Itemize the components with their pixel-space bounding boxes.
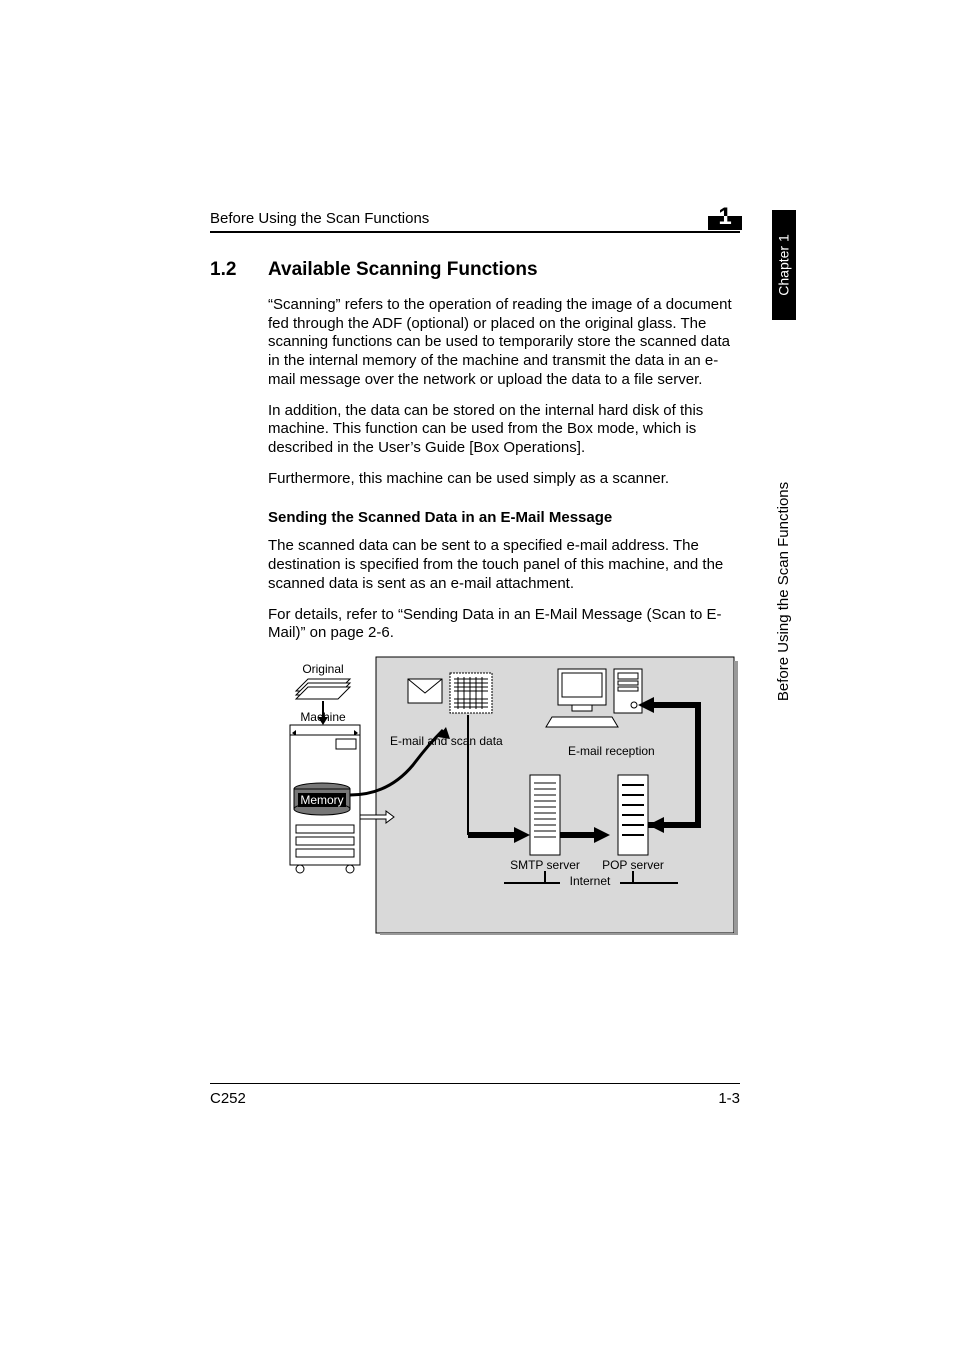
pop-server-icon bbox=[618, 775, 648, 855]
svg-text:SMTP server: SMTP server bbox=[510, 858, 580, 872]
side-chapter-tab-label: Chapter 1 bbox=[776, 234, 792, 295]
paragraph: Furthermore, this machine can be used si… bbox=[268, 470, 740, 489]
paragraph: The scanned data can be sent to a specif… bbox=[268, 537, 740, 593]
side-section-label: Before Using the Scan Functions bbox=[774, 340, 794, 600]
svg-text:Original: Original bbox=[302, 662, 343, 676]
section-heading: 1.2 Available Scanning Functions bbox=[210, 258, 740, 282]
envelope-icon bbox=[408, 679, 442, 703]
memory-icon: Memory bbox=[294, 783, 350, 815]
content-area: 1.2 Available Scanning Functions “Scanni… bbox=[210, 210, 740, 941]
svg-text:Internet: Internet bbox=[570, 874, 611, 888]
paragraph: In addition, the data can be stored on t… bbox=[268, 402, 740, 458]
footer-model: C252 bbox=[210, 1090, 246, 1107]
svg-text:E-mail and scan data: E-mail and scan data bbox=[390, 734, 503, 748]
page-footer: C252 1-3 bbox=[210, 1083, 740, 1107]
svg-text:Memory: Memory bbox=[300, 793, 343, 807]
paragraph: “Scanning” refers to the operation of re… bbox=[268, 296, 740, 390]
scan-data-icon bbox=[450, 673, 492, 713]
scan-to-email-diagram: Original Machine bbox=[268, 655, 738, 935]
svg-text:E-mail reception: E-mail reception bbox=[568, 744, 655, 758]
svg-text:POP server: POP server bbox=[602, 858, 664, 872]
smtp-server-icon bbox=[530, 775, 560, 855]
paragraph: For details, refer to “Sending Data in a… bbox=[268, 606, 740, 644]
section-title: Available Scanning Functions bbox=[268, 258, 538, 282]
subsection-heading: Sending the Scanned Data in an E-Mail Me… bbox=[268, 509, 740, 528]
diagram: Original Machine bbox=[268, 655, 740, 941]
page: Chapter 1 Before Using the Scan Function… bbox=[0, 0, 954, 1350]
section-number: 1.2 bbox=[210, 258, 268, 282]
original-document-icon bbox=[296, 679, 350, 699]
side-chapter-tab: Chapter 1 bbox=[772, 210, 796, 320]
footer-page-number: 1-3 bbox=[718, 1090, 740, 1107]
